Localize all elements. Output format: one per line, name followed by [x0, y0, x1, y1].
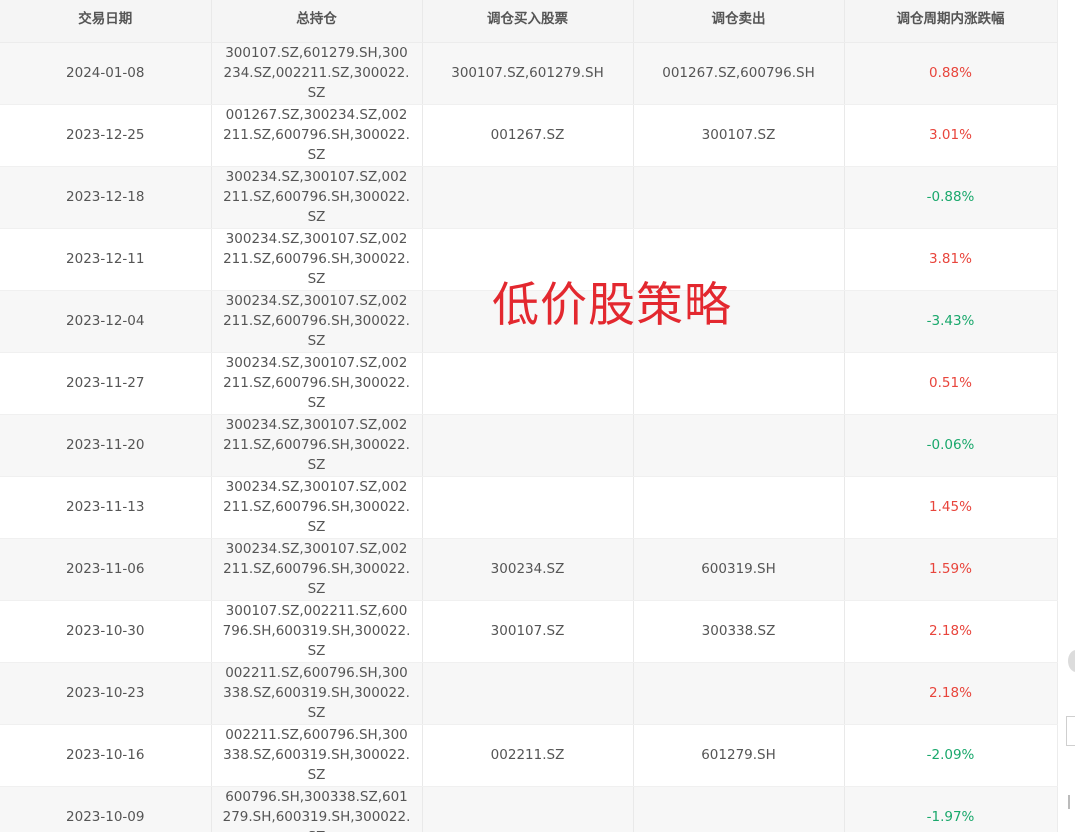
header-holdings[interactable]: 总持仓: [211, 0, 423, 43]
table-row[interactable]: 2023-10-16 002211.SZ,600796.SH,300338.SZ,…: [0, 724, 1058, 787]
cell-change: -3.43%: [844, 290, 1058, 353]
cell-buy: 300107.SZ,601279.SH: [422, 42, 634, 105]
cell-buy: 002211.SZ: [422, 724, 634, 787]
cell-holdings: 300234.SZ,300107.SZ,002211.SZ,600796.SH,…: [211, 414, 423, 477]
cell-buy: [422, 228, 634, 291]
cell-sell: [633, 166, 845, 229]
cell-holdings: 300234.SZ,300107.SZ,002211.SZ,600796.SH,…: [211, 476, 423, 539]
cell-date: 2023-12-11: [0, 228, 212, 291]
cell-sell: [633, 662, 845, 725]
cell-sell: [633, 290, 845, 353]
cell-buy: 001267.SZ: [422, 104, 634, 167]
cell-buy: 300107.SZ: [422, 600, 634, 663]
cell-holdings: 300107.SZ,601279.SH,300234.SZ,002211.SZ,…: [211, 42, 423, 105]
cell-holdings: 300234.SZ,300107.SZ,002211.SZ,600796.SH,…: [211, 166, 423, 229]
table-row[interactable]: 2023-10-09 600796.SH,300338.SZ,601279.SH,…: [0, 786, 1058, 832]
cell-holdings: 002211.SZ,600796.SH,300338.SZ,600319.SH,…: [211, 662, 423, 725]
qr-code-icon[interactable]: [1066, 716, 1075, 746]
cell-date: 2024-01-08: [0, 42, 212, 105]
cell-buy: [422, 414, 634, 477]
cell-sell: 300107.SZ: [633, 104, 845, 167]
header-date[interactable]: 交易日期: [0, 0, 212, 43]
cell-date: 2023-10-16: [0, 724, 212, 787]
cell-buy: 300234.SZ: [422, 538, 634, 601]
cell-buy: [422, 290, 634, 353]
cell-change: 1.59%: [844, 538, 1058, 601]
cell-sell: 600319.SH: [633, 538, 845, 601]
cell-change: -0.88%: [844, 166, 1058, 229]
table-row[interactable]: 2023-11-13 300234.SZ,300107.SZ,002211.SZ,…: [0, 476, 1058, 539]
cell-change: 0.88%: [844, 42, 1058, 105]
cell-holdings: 300234.SZ,300107.SZ,002211.SZ,600796.SH,…: [211, 228, 423, 291]
cell-date: 2023-11-06: [0, 538, 212, 601]
cell-holdings: 001267.SZ,300234.SZ,002211.SZ,600796.SH,…: [211, 104, 423, 167]
cell-change: 3.01%: [844, 104, 1058, 167]
cell-date: 2023-12-18: [0, 166, 212, 229]
cell-date: 2023-10-30: [0, 600, 212, 663]
cell-holdings: 600796.SH,300338.SZ,601279.SH,600319.SH,…: [211, 786, 423, 832]
table-row[interactable]: 2024-01-08 300107.SZ,601279.SH,300234.SZ,…: [0, 42, 1058, 105]
cell-change: 1.45%: [844, 476, 1058, 539]
cell-change: -2.09%: [844, 724, 1058, 787]
table-row[interactable]: 2023-12-25 001267.SZ,300234.SZ,002211.SZ,…: [0, 104, 1058, 167]
cell-buy: [422, 352, 634, 415]
cell-holdings: 002211.SZ,600796.SH,300338.SZ,600319.SH,…: [211, 724, 423, 787]
cell-sell: [633, 786, 845, 832]
cell-sell: 601279.SH: [633, 724, 845, 787]
cell-change: 2.18%: [844, 662, 1058, 725]
header-sell[interactable]: 调仓卖出: [633, 0, 845, 43]
header-buy[interactable]: 调仓买入股票: [422, 0, 634, 43]
table-row[interactable]: 2023-12-04 300234.SZ,300107.SZ,002211.SZ,…: [0, 290, 1058, 353]
cell-holdings: 300234.SZ,300107.SZ,002211.SZ,600796.SH,…: [211, 290, 423, 353]
cell-sell: 001267.SZ,600796.SH: [633, 42, 845, 105]
cell-date: 2023-10-23: [0, 662, 212, 725]
table-row[interactable]: 2023-11-20 300234.SZ,300107.SZ,002211.SZ,…: [0, 414, 1058, 477]
cell-date: 2023-12-04: [0, 290, 212, 353]
table-body: 2024-01-08 300107.SZ,601279.SH,300234.SZ,…: [0, 42, 1058, 832]
cell-holdings: 300234.SZ,300107.SZ,002211.SZ,600796.SH,…: [211, 538, 423, 601]
cell-sell: [633, 414, 845, 477]
cell-change: -0.06%: [844, 414, 1058, 477]
table-row[interactable]: 2023-12-11 300234.SZ,300107.SZ,002211.SZ,…: [0, 228, 1058, 291]
cell-change: 2.18%: [844, 600, 1058, 663]
cell-date: 2023-12-25: [0, 104, 212, 167]
side-circle-icon[interactable]: [1068, 650, 1075, 672]
cell-buy: [422, 662, 634, 725]
table-row[interactable]: 2023-11-27 300234.SZ,300107.SZ,002211.SZ,…: [0, 352, 1058, 415]
cell-sell: [633, 352, 845, 415]
cell-change: 3.81%: [844, 228, 1058, 291]
cell-holdings: 300107.SZ,002211.SZ,600796.SH,600319.SH,…: [211, 600, 423, 663]
cell-change: 0.51%: [844, 352, 1058, 415]
header-change[interactable]: 调仓周期内涨跌幅: [844, 0, 1058, 43]
cell-sell: [633, 476, 845, 539]
cell-date: 2023-11-13: [0, 476, 212, 539]
cell-date: 2023-10-09: [0, 786, 212, 832]
cell-date: 2023-11-20: [0, 414, 212, 477]
cell-buy: [422, 786, 634, 832]
cell-change: -1.97%: [844, 786, 1058, 832]
cell-sell: [633, 228, 845, 291]
table-row[interactable]: 2023-10-30 300107.SZ,002211.SZ,600796.SH,…: [0, 600, 1058, 663]
page: 交易日期 总持仓 调仓买入股票 调仓卖出 调仓周期内涨跌幅 2024-01-08…: [0, 0, 1075, 832]
rebalance-table: 交易日期 总持仓 调仓买入股票 调仓卖出 调仓周期内涨跌幅 2024-01-08…: [0, 0, 1058, 832]
table-row[interactable]: 2023-11-06 300234.SZ,300107.SZ,002211.SZ,…: [0, 538, 1058, 601]
cell-buy: [422, 166, 634, 229]
side-handle-icon: [1068, 795, 1075, 809]
cell-holdings: 300234.SZ,300107.SZ,002211.SZ,600796.SH,…: [211, 352, 423, 415]
cell-sell: 300338.SZ: [633, 600, 845, 663]
table-row[interactable]: 2023-10-23 002211.SZ,600796.SH,300338.SZ,…: [0, 662, 1058, 725]
cell-date: 2023-11-27: [0, 352, 212, 415]
table-row[interactable]: 2023-12-18 300234.SZ,300107.SZ,002211.SZ,…: [0, 166, 1058, 229]
table-header-row: 交易日期 总持仓 调仓买入股票 调仓卖出 调仓周期内涨跌幅: [0, 0, 1058, 43]
cell-buy: [422, 476, 634, 539]
